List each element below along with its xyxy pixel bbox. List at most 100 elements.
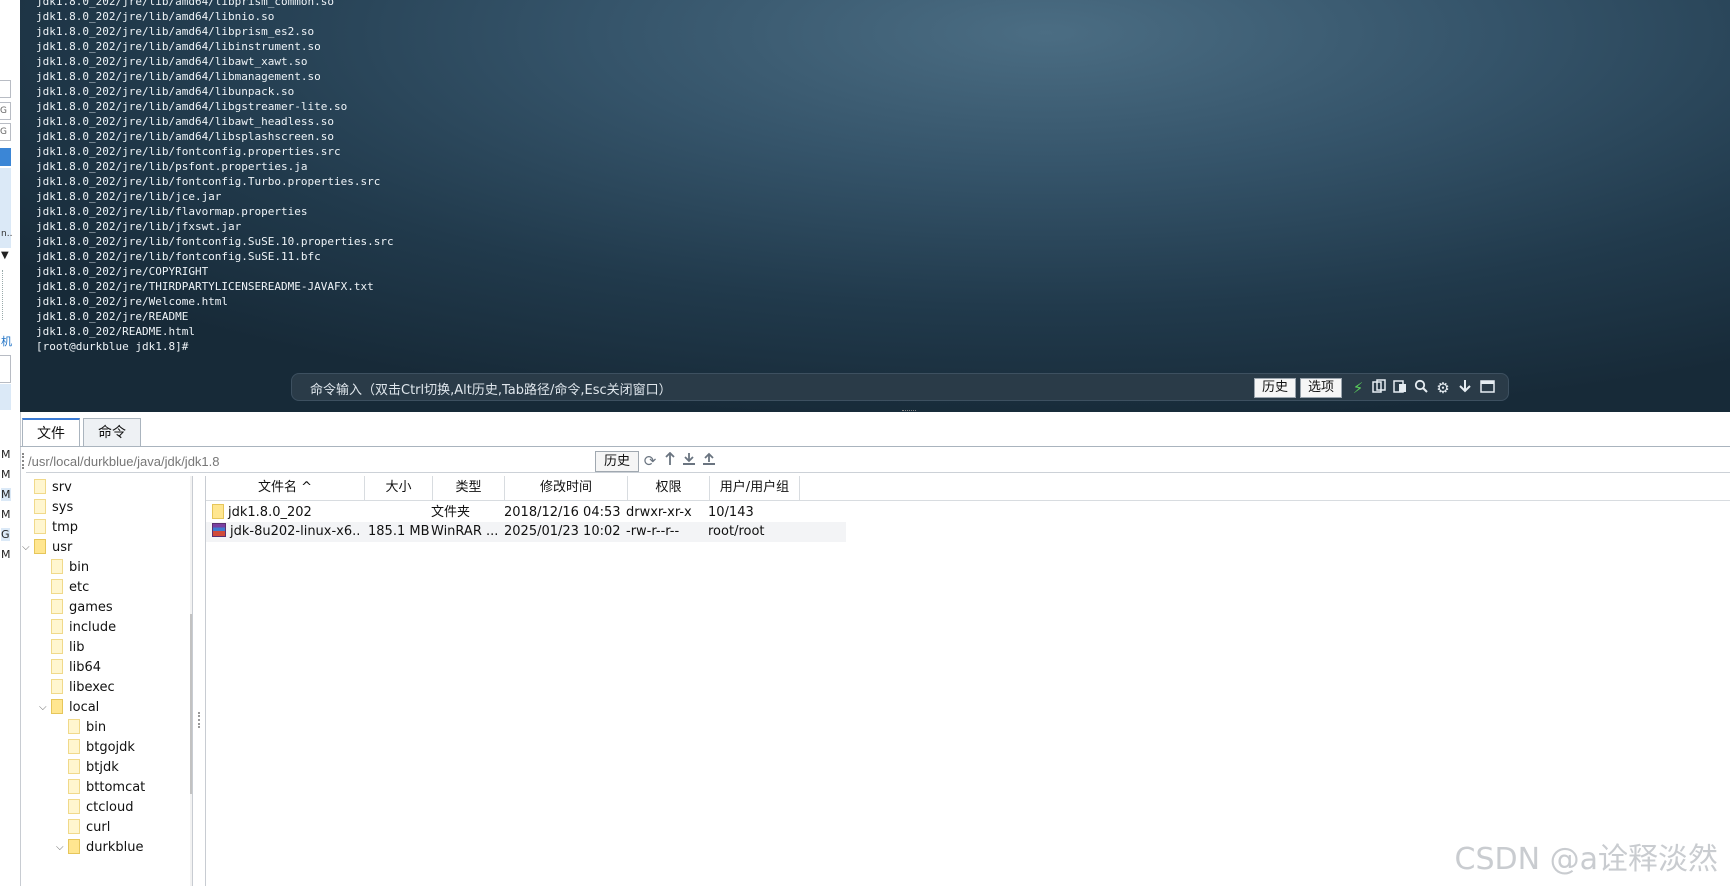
copy-icon[interactable] xyxy=(1370,378,1388,398)
tree-item[interactable]: tmp xyxy=(34,518,78,538)
left-edge-arrow: ▼ xyxy=(1,250,9,261)
folder-icon xyxy=(51,559,63,574)
tree-item-label: usr xyxy=(52,540,73,555)
folder-icon xyxy=(68,839,80,854)
terminal-line: jdk1.8.0_202/jre/THIRDPARTYLICENSEREADME… xyxy=(36,280,374,293)
refresh-icon[interactable]: ⟳ xyxy=(641,452,659,470)
file-list[interactable]: 文件名 ^ 大小 类型 修改时间 权限 用户/用户组 jdk1.8.0_202 文… xyxy=(205,476,1730,886)
up-arrow-icon[interactable] xyxy=(661,451,679,470)
terminal-line: jdk1.8.0_202/jre/lib/flavormap.propertie… xyxy=(36,205,308,218)
left-edge-box: G xyxy=(0,123,11,141)
tree-item[interactable]: games xyxy=(51,598,113,618)
terminal-panel[interactable]: jdk1.8.0_202/jre/lib/amd64/libprism_comm… xyxy=(20,0,1730,412)
column-header-permissions[interactable]: 权限 xyxy=(628,476,710,500)
tree-item[interactable]: ⌵ durkblue xyxy=(56,838,144,858)
folder-icon xyxy=(68,819,80,834)
tree-item-label: bin xyxy=(86,720,107,735)
history-button[interactable]: 历史 xyxy=(1254,378,1296,398)
chevron-down-icon[interactable]: ⌵ xyxy=(56,838,64,858)
path-history-button[interactable]: 历史 xyxy=(595,451,640,472)
paste-icon[interactable] xyxy=(1391,378,1409,398)
tab-files[interactable]: 文件 xyxy=(22,418,80,447)
maximize-icon[interactable] xyxy=(1478,378,1496,398)
left-edge-dots xyxy=(2,270,9,320)
folder-icon xyxy=(34,479,46,494)
terminal-line: jdk1.8.0_202/jre/lib/amd64/libawt_xawt.s… xyxy=(36,55,308,68)
tree-item[interactable]: lib64 xyxy=(51,658,101,678)
file-mtime-cell: 2025/01/23 10:02 xyxy=(504,524,621,539)
tree-item[interactable]: srv xyxy=(34,478,72,498)
left-edge-text: M xyxy=(1,548,11,561)
tree-item[interactable]: btgojdk xyxy=(68,738,135,758)
tree-scrollbar[interactable] xyxy=(190,476,192,886)
search-icon[interactable] xyxy=(1412,378,1430,398)
path-bar: 历史 ⟳ xyxy=(22,450,1730,474)
left-edge-text: M xyxy=(1,468,11,481)
tab-commands[interactable]: 命令 xyxy=(83,418,141,446)
tree-item[interactable]: bttomcat xyxy=(68,778,145,798)
column-header-type[interactable]: 类型 xyxy=(433,476,505,500)
tree-splitter-handle[interactable] xyxy=(198,712,200,728)
tree-item[interactable]: btjdk xyxy=(68,758,119,778)
folder-icon xyxy=(51,639,63,654)
chevron-down-icon[interactable]: ⌵ xyxy=(22,538,30,558)
column-header-mtime[interactable]: 修改时间 xyxy=(505,476,628,500)
terminal-line: jdk1.8.0_202/jre/COPYRIGHT xyxy=(36,265,209,278)
panel-resize-handle[interactable] xyxy=(902,410,916,412)
gear-icon[interactable]: ⚙ xyxy=(1434,378,1452,398)
chevron-down-icon[interactable]: ⌵ xyxy=(39,698,47,718)
command-input-placeholder[interactable]: 命令输入（双击Ctrl切换,Alt历史,Tab路径/命令,Esc关闭窗口） xyxy=(310,379,672,398)
tree-item[interactable]: libexec xyxy=(51,678,115,698)
folder-icon xyxy=(51,599,63,614)
tree-item-label: curl xyxy=(86,820,111,835)
left-edge-box: G xyxy=(0,102,11,120)
tree-item-label: ctcloud xyxy=(86,800,134,815)
command-input-bar[interactable]: 命令输入（双击Ctrl切换,Alt历史,Tab路径/命令,Esc关闭窗口） 历史… xyxy=(291,373,1509,401)
pathbar-divider xyxy=(26,472,1730,473)
arrow-down-icon[interactable] xyxy=(1456,378,1474,398)
path-input[interactable] xyxy=(26,451,596,473)
watermark: CSDN @a诠释淡然 xyxy=(1454,842,1718,877)
tree-item[interactable]: etc xyxy=(51,578,89,598)
terminal-line: [root@durkblue jdk1.8]# xyxy=(36,340,189,353)
folder-icon xyxy=(34,539,46,554)
column-header-name[interactable]: 文件名 ^ xyxy=(206,476,365,500)
tree-item-label: include xyxy=(69,620,117,635)
tree-item[interactable]: include xyxy=(51,618,116,638)
tree-item[interactable]: bin xyxy=(51,558,89,578)
tree-item-label: lib xyxy=(69,640,85,655)
tree-item[interactable]: curl xyxy=(68,818,110,838)
tree-item-label: bin xyxy=(69,560,90,575)
tree-item-label: durkblue xyxy=(86,840,144,855)
column-header-owner[interactable]: 用户/用户组 xyxy=(710,476,800,500)
winrar-icon xyxy=(212,523,226,537)
download-icon[interactable] xyxy=(680,452,698,470)
file-name-cell: jdk1.8.0_202 xyxy=(212,503,360,523)
column-header-size[interactable]: 大小 xyxy=(365,476,433,500)
left-edge-text: M xyxy=(1,488,11,501)
tree-item-label: bttomcat xyxy=(86,780,146,795)
tree-scrollbar-thumb[interactable] xyxy=(190,614,192,794)
tree-item[interactable]: ctcloud xyxy=(68,798,133,818)
upload-icon[interactable] xyxy=(700,452,718,470)
tree-item[interactable]: lib xyxy=(51,638,84,658)
options-button[interactable]: 选项 xyxy=(1300,378,1342,398)
folder-icon xyxy=(34,499,46,514)
terminal-line: jdk1.8.0_202/jre/lib/jce.jar xyxy=(36,190,222,203)
tab-divider xyxy=(20,446,1730,447)
lightning-icon[interactable]: ⚡ xyxy=(1349,378,1367,398)
tree-item[interactable]: bin xyxy=(68,718,106,738)
file-row[interactable]: jdk-8u202-linux-x6... 185.1 MB WinRAR ... 2… xyxy=(206,522,846,542)
tree-item[interactable]: sys xyxy=(34,498,73,518)
left-edge-text: n.. xyxy=(1,229,13,239)
left-edge-text: G xyxy=(1,528,10,541)
folder-icon xyxy=(51,619,63,634)
terminal-line: jdk1.8.0_202/jre/Welcome.html xyxy=(36,295,229,308)
directory-tree[interactable]: srv sys tmp ⌵ usr bin etc games include lib lib64 l… xyxy=(20,476,193,886)
folder-icon xyxy=(34,519,46,534)
left-panel-edge: G G n.. ▼ 机 xyxy=(0,0,21,412)
tree-item[interactable]: ⌵ usr xyxy=(22,538,73,558)
file-row[interactable]: jdk1.8.0_202 文件夹 2018/12/16 04:53 drwxr-xr-… xyxy=(206,503,846,523)
folder-icon xyxy=(68,799,80,814)
tree-item[interactable]: ⌵ local xyxy=(39,698,99,718)
